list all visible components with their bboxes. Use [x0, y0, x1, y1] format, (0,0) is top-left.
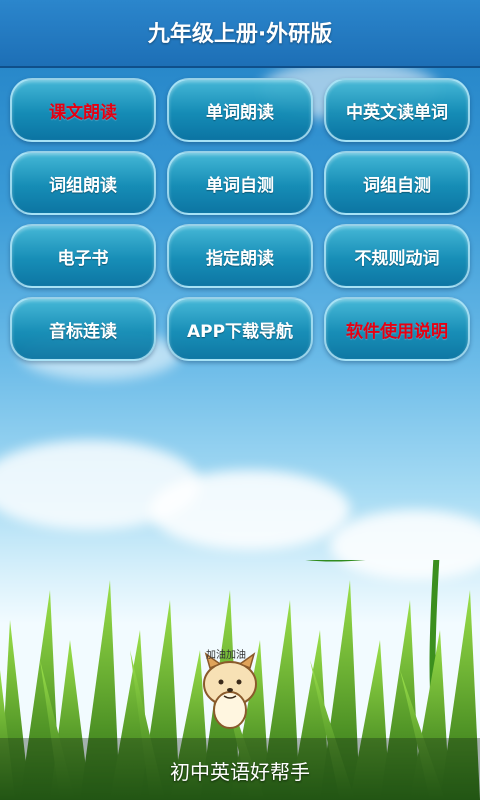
phrase-self-test-button[interactable]: 词组自测: [324, 151, 470, 215]
irregular-verbs-button[interactable]: 不规则动词: [324, 224, 470, 288]
text-reading-button[interactable]: 课文朗读: [10, 78, 156, 142]
specified-reading-button[interactable]: 指定朗读: [167, 224, 313, 288]
word-reading-button[interactable]: 单词朗读: [167, 78, 313, 142]
word-self-test-button[interactable]: 单词自测: [167, 151, 313, 215]
footer-slogan: 初中英语好帮手: [170, 760, 310, 784]
phrase-reading-button[interactable]: 词组朗读: [10, 151, 156, 215]
page-title: 九年级上册·外研版: [147, 22, 333, 47]
software-instructions-button[interactable]: 软件使用说明: [324, 297, 470, 361]
menu-grid: 课文朗读 单词朗读 中英文读单词 词组朗读 单词自测 词组自测 电子书 指定朗读…: [10, 78, 470, 361]
mascot-caption: 加油加油: [206, 650, 246, 661]
app-download-nav-button[interactable]: APP下载导航: [167, 297, 313, 361]
bilingual-word-reading-button[interactable]: 中英文读单词: [324, 78, 470, 142]
ebook-button[interactable]: 电子书: [10, 224, 156, 288]
cloud: [150, 470, 350, 550]
phonetic-linking-button[interactable]: 音标连读: [10, 297, 156, 361]
